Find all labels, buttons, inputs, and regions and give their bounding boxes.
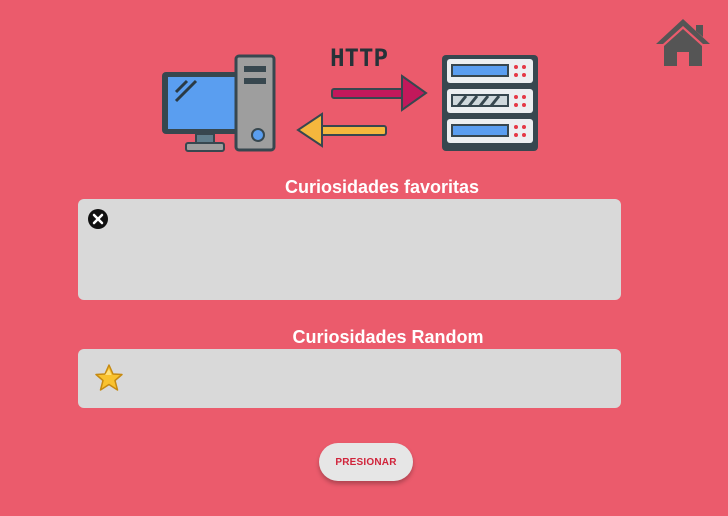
home-icon[interactable] [654,16,712,68]
server-icon [442,55,538,151]
random-title: Curiosidades Random [292,327,484,347]
response-arrow-icon [296,112,387,148]
close-circle-icon[interactable] [87,208,109,230]
favorites-list [78,199,621,300]
favorites-title: Curiosidades favoritas [284,177,480,197]
press-button[interactable]: PRESIONAR [319,443,413,481]
star-icon[interactable] [94,363,124,393]
http-illustration: HTTP [162,44,538,152]
computer-icon [162,54,276,152]
http-label: HTTP [330,44,388,72]
request-arrow-icon [331,74,428,112]
random-list [78,349,621,408]
